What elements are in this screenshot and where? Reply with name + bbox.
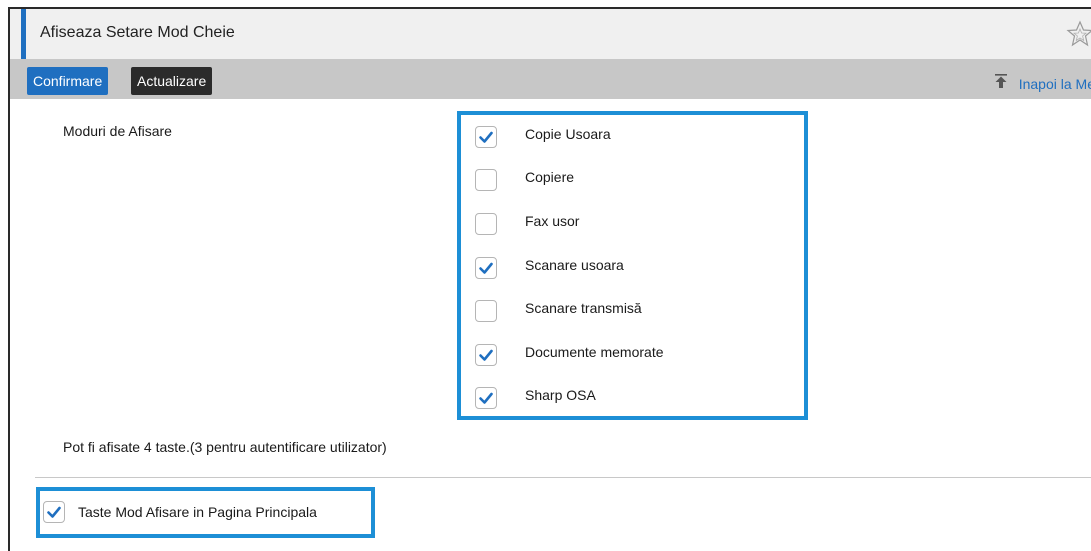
title-accent-bar [21,9,26,61]
mode-checkbox[interactable] [475,169,497,191]
mode-option[interactable]: Copie Usoara [461,121,804,161]
main-page-option-group: Taste Mod Afisare in Pagina Principala [36,487,375,538]
toolbar: Confirmare Actualizare Inapoi la Me [10,59,1091,99]
mode-label: Documente memorate [525,344,664,360]
title-bar: Afiseaza Setare Mod Cheie [10,9,1091,61]
mode-checkbox[interactable] [475,213,497,235]
mode-label: Scanare transmisă [525,300,642,316]
main-page-option-label: Taste Mod Afisare in Pagina Principala [78,504,317,520]
mode-option[interactable]: Fax usor [461,208,804,248]
star-outline-icon[interactable] [1065,19,1091,49]
confirm-button[interactable]: Confirmare [27,67,109,95]
page-title: Afiseaza Setare Mod Cheie [40,24,235,41]
back-to-menu-link[interactable]: Inapoi la Me [1019,76,1091,92]
divider [35,477,1091,478]
mode-option[interactable]: Scanare usoara [461,252,804,292]
display-modes-group: Copie Usoara Copiere Fax usor Scanare usoar… [457,111,808,420]
update-button[interactable]: Actualizare [131,67,213,95]
checkmark-icon [479,392,493,404]
mode-checkbox[interactable] [475,300,497,322]
mode-checkbox[interactable] [475,257,497,279]
checkmark-icon [479,131,493,143]
mode-checkbox[interactable] [475,387,497,409]
mode-option[interactable]: Sharp OSA [461,382,804,422]
mode-label: Scanare usoara [525,257,624,273]
checkmark-icon [479,262,493,274]
mode-option[interactable]: Copiere [461,164,804,204]
keys-limit-note: Pot fi afisate 4 taste.(3 pentru autenti… [63,439,387,455]
display-modes-label: Moduri de Afisare [63,123,172,139]
mode-label: Fax usor [525,213,580,229]
checkmark-icon [479,349,493,361]
mode-checkbox[interactable] [475,344,497,366]
mode-checkbox[interactable] [475,126,497,148]
mode-label: Copie Usoara [525,126,611,142]
settings-panel: Afiseaza Setare Mod Cheie Confirmare Act… [8,7,1091,551]
main-page-checkbox[interactable] [43,501,65,523]
mode-option[interactable]: Scanare transmisă [461,295,804,335]
mode-label: Sharp OSA [525,387,596,403]
mode-option[interactable]: Documente memorate [461,339,804,379]
back-to-top-icon[interactable] [994,73,1008,89]
checkmark-icon [47,506,61,518]
mode-label: Copiere [525,169,575,185]
